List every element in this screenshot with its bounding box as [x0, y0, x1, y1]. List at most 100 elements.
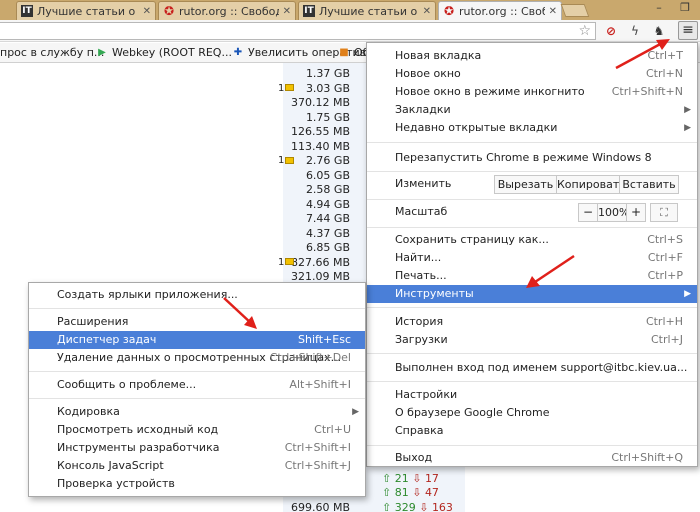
comment-count-value: 1 [278, 155, 285, 166]
paste-button[interactable]: Вставить [619, 175, 679, 194]
submenu-item-report-issue[interactable]: Сообщить о проблеме... Alt+Shift+I [29, 376, 365, 394]
menu-separator [367, 142, 697, 143]
menu-item-recent-tabs[interactable]: Недавно открытые вкладки ▶ [367, 119, 697, 137]
leechers-count: 163 [431, 501, 453, 512]
comment-bubble-icon [285, 258, 295, 265]
menu-item-label: Консоль JavaScript [57, 459, 164, 472]
bookmark-ob[interactable]: ■ Об [338, 46, 369, 59]
comment-count[interactable]: 1 [278, 254, 295, 271]
menu-item-label: Просмотреть исходный код [57, 423, 219, 436]
down-arrow-icon: ⇩ [419, 501, 429, 512]
comment-count[interactable]: 1 [278, 80, 295, 97]
shortcut-label: Ctrl+Shift+J [284, 459, 351, 472]
play-store-icon: ▶ [98, 46, 106, 58]
menu-item-label: Новое окно в режиме инкогнито [395, 85, 585, 98]
it-favicon-icon: IT [303, 5, 315, 17]
lightning-icon[interactable]: ϟ [626, 23, 644, 39]
shortcut-label: Ctrl+Shift+Del [269, 351, 351, 364]
submenu-item-task-manager[interactable]: Диспетчер задач Shift+Esc [29, 331, 365, 349]
submenu-item-encoding[interactable]: Кодировка ▶ [29, 403, 365, 421]
menu-separator [367, 445, 697, 446]
submenu-item-js-console[interactable]: Консоль JavaScript Ctrl+Shift+J [29, 457, 365, 475]
up-arrow-icon: ⇧ [382, 486, 392, 499]
size-cell: 699.60 MB [290, 501, 350, 512]
leechers-count: 47 [424, 486, 439, 499]
evernote-icon[interactable]: ♞ [650, 23, 668, 39]
menu-item-incognito[interactable]: Новое окно в режиме инкогнито Ctrl+Shift… [367, 83, 697, 101]
menu-item-label: Сообщить о проблеме... [57, 378, 197, 391]
submenu-item-clear-data[interactable]: Удаление данных о просмотренных страница… [29, 349, 365, 367]
menu-item-label: Кодировка [57, 405, 120, 418]
menu-item-label: История [395, 315, 444, 328]
submenu-item-extensions[interactable]: Расширения [29, 313, 365, 331]
bookmark-support[interactable]: прос в службу п... [0, 46, 104, 59]
comment-bubble-icon [285, 156, 295, 164]
menu-item-label: Выход [395, 451, 433, 464]
seeders-count: 329 [394, 501, 416, 512]
menu-item-help[interactable]: Справка [367, 422, 697, 440]
submenu-item-dev-tools[interactable]: Инструменты разработчика Ctrl+Shift+I [29, 439, 365, 457]
menu-item-new-tab[interactable]: Новая вкладка Ctrl+T [367, 47, 697, 65]
submenu-item-inspect-devices[interactable]: Проверка устройств [29, 475, 365, 493]
menu-item-label: Новая вкладка [395, 49, 482, 62]
star-icon[interactable]: ☆ [578, 23, 591, 39]
menu-item-history[interactable]: История Ctrl+H [367, 313, 697, 331]
menu-item-label: О браузере Google Chrome [395, 406, 550, 419]
menu-item-signed-in[interactable]: Выполнен вход под именем support@itbc.ki… [367, 359, 697, 377]
zoom-out-button[interactable]: − [578, 203, 598, 222]
menu-item-new-window[interactable]: Новое окно Ctrl+N [367, 65, 697, 83]
menu-item-label: Закладки [395, 103, 451, 116]
menu-item-tools[interactable]: Инструменты ▶ [367, 285, 697, 303]
tab-2[interactable]: ✪ rutor.org :: Свободный ✕ [158, 1, 296, 20]
close-icon[interactable]: ✕ [279, 6, 291, 17]
chrome-menu-button[interactable]: ≡ [678, 21, 698, 40]
submenu-item-view-source[interactable]: Просмотреть исходный код Ctrl+U [29, 421, 365, 439]
tab-3[interactable]: IT Лучшие статьи о опер ✕ [298, 1, 436, 20]
close-icon[interactable]: ✕ [545, 6, 557, 17]
chevron-right-icon: ▶ [352, 407, 359, 417]
menu-item-label: Сохранить страницу как... [395, 233, 549, 246]
menu-item-print[interactable]: Печать... Ctrl+P [367, 267, 697, 285]
new-tab-button[interactable] [560, 4, 590, 17]
hamburger-icon: ≡ [682, 22, 694, 38]
toolbar: ☆ ⊘ ϟ ♞ ≡ [0, 20, 700, 42]
menu-separator [367, 307, 697, 308]
comment-count[interactable]: 1 [278, 152, 295, 169]
menu-item-save-page[interactable]: Сохранить страницу как... Ctrl+S [367, 231, 697, 249]
submenu-item-create-shortcuts[interactable]: Создать ярлыки приложения... [29, 286, 365, 304]
shortcut-label: Ctrl+Shift+Q [611, 451, 683, 464]
fullscreen-icon[interactable]: ⛶ [650, 203, 678, 222]
menu-item-label: Проверка устройств [57, 477, 175, 490]
chevron-right-icon: ▶ [684, 123, 691, 133]
menu-item-exit[interactable]: Выход Ctrl+Shift+Q [367, 449, 697, 467]
bookmark-webkey[interactable]: ▶ Webkey (ROOT REQ... [96, 46, 232, 59]
menu-item-relaunch-win8[interactable]: Перезапустить Chrome в режиме Windows 8 [367, 149, 697, 167]
minimize-button[interactable]: – [646, 0, 672, 18]
shortcut-label: Ctrl+Shift+I [284, 441, 351, 454]
cut-button[interactable]: Вырезать [494, 175, 557, 194]
shortcut-label: Ctrl+F [647, 251, 683, 264]
menu-item-find[interactable]: Найти... Ctrl+F [367, 249, 697, 267]
shortcut-label: Ctrl+J [650, 333, 683, 346]
menu-item-zoom: Масштаб [367, 203, 697, 221]
chevron-right-icon: ▶ [684, 105, 691, 115]
comment-count-value: 1 [278, 82, 285, 94]
shortcut-label: Ctrl+U [314, 423, 351, 436]
down-arrow-icon: ⇩ [412, 486, 422, 499]
maximize-button[interactable]: ❐ [672, 0, 698, 18]
close-icon[interactable]: ✕ [419, 6, 431, 17]
menu-item-about[interactable]: О браузере Google Chrome [367, 404, 697, 422]
zoom-in-button[interactable]: + [626, 203, 646, 222]
menu-item-bookmarks[interactable]: Закладки ▶ [367, 101, 697, 119]
copy-button[interactable]: Копировать [556, 175, 626, 194]
menu-item-settings[interactable]: Настройки [367, 386, 697, 404]
menu-item-downloads[interactable]: Загрузки Ctrl+J [367, 331, 697, 349]
close-icon[interactable]: ✕ [139, 6, 151, 17]
tab-4-active[interactable]: ✪ rutor.org :: Свободный ✕ [438, 1, 562, 20]
shortcut-label: Ctrl+P [647, 269, 683, 282]
stop-extension-icon[interactable]: ⊘ [602, 23, 620, 39]
menu-item-label: Изменить [395, 177, 452, 190]
rutor-favicon-icon: ✪ [163, 4, 175, 18]
tab-1[interactable]: IT Лучшие статьи о опер ✕ [16, 1, 156, 20]
address-bar[interactable]: ☆ [0, 22, 596, 40]
